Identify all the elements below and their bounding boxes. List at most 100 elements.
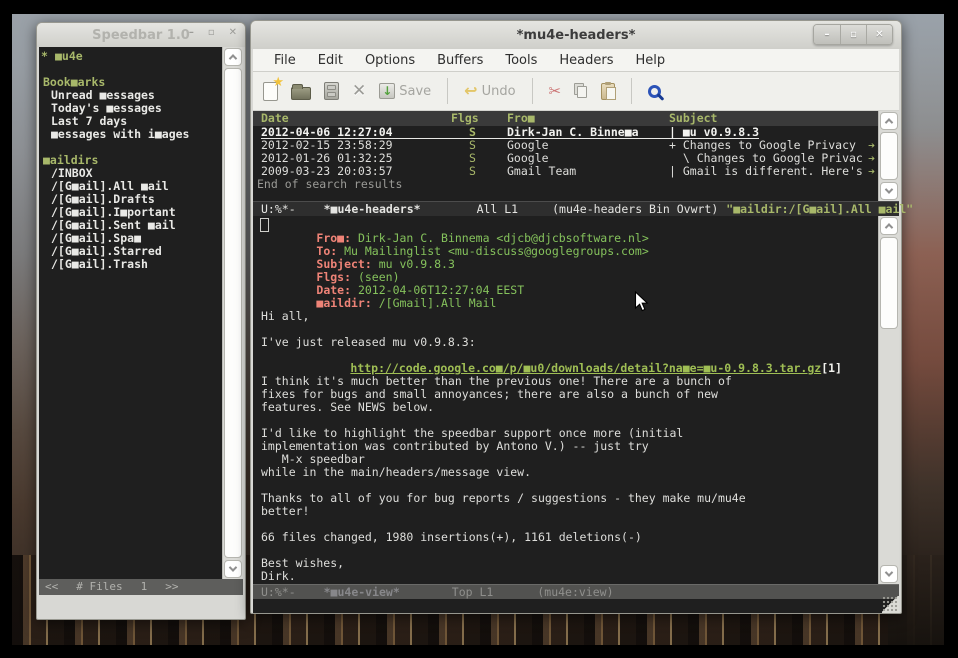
- modeline-buffer-name: *■u4e-headers*: [324, 202, 421, 216]
- body-line: features. See NEWS below.: [253, 401, 878, 414]
- mu4e-window: *mu4e-headers* – ▫ ✕ File Edit Options B…: [250, 20, 902, 614]
- speedbar-files-count: 1: [141, 579, 148, 595]
- row-date: 2012-04-06 12:27:04: [261, 126, 451, 138]
- scroll-thumb[interactable]: [224, 68, 242, 558]
- copy-icon: [574, 83, 588, 99]
- close-icon[interactable]: ✕: [229, 27, 237, 38]
- body-line: Best wishes,: [253, 557, 878, 570]
- modeline-flags: U:%*-: [261, 202, 296, 216]
- body-line: better!: [253, 505, 878, 518]
- maximize-icon[interactable]: ▫: [840, 25, 866, 44]
- speedbar-root-mu4e[interactable]: ■u4e: [55, 50, 83, 63]
- mouse-cursor: [634, 291, 649, 313]
- header-row[interactable]: 2009-03-23 20:03:57 S Gmail Team | Gmail…: [253, 165, 878, 178]
- modeline-headers: U:%*- *■u4e-headers* All L1 (mu4e-header…: [253, 201, 899, 216]
- field-row: To: Mu Mailinglist <mu-discuss@googlegro…: [253, 232, 878, 245]
- new-file-button[interactable]: ★: [263, 82, 278, 101]
- scroll-down-button[interactable]: [880, 182, 898, 200]
- view-scrollbar[interactable]: [878, 216, 899, 584]
- scroll-track[interactable]: [879, 330, 899, 564]
- modeline-view: U:%*- *■u4e-view* Top L1 (mu4e:view): [253, 584, 899, 599]
- menu-item-tools[interactable]: Tools: [494, 53, 548, 68]
- speedbar-next-button[interactable]: >>: [165, 579, 178, 595]
- new-file-icon: ★: [263, 82, 278, 101]
- scroll-down-button[interactable]: [880, 565, 898, 583]
- dired-button[interactable]: [324, 82, 339, 100]
- headers-scrollbar[interactable]: [878, 111, 899, 201]
- open-file-button[interactable]: [291, 82, 311, 100]
- close-icon[interactable]: ✕: [866, 25, 892, 44]
- body-line: I've just released mu v0.9.8.3:: [253, 336, 878, 349]
- chevron-up-icon: [229, 54, 237, 62]
- chevron-down-icon: [885, 185, 893, 193]
- maximize-icon[interactable]: ▫: [208, 27, 215, 38]
- scroll-thumb[interactable]: [880, 237, 898, 329]
- menu-item-options[interactable]: Options: [354, 53, 426, 68]
- body-line: while in the main/headers/message view.: [253, 466, 878, 479]
- search-button[interactable]: [648, 85, 665, 98]
- chevron-down-icon: [885, 568, 893, 576]
- row-subject: | ■u v0.9.8.3: [669, 126, 759, 138]
- speedbar-title: Speedbar 1.0: [92, 28, 190, 43]
- truncation-arrow-icon: ➔: [868, 165, 875, 178]
- close-buffer-icon: ✕: [352, 83, 366, 100]
- toolbar-separator: [532, 78, 533, 104]
- column-header-from[interactable]: Fro■: [507, 112, 669, 125]
- kill-buffer-button[interactable]: ✕: [352, 83, 366, 100]
- file-cabinet-icon: [324, 82, 339, 100]
- undo-button[interactable]: ↩ Undo: [464, 83, 515, 99]
- modeline-position: Top L1: [452, 585, 494, 599]
- undo-label: Undo: [482, 84, 516, 99]
- speedbar-item-messages-with-images[interactable]: ■essages with i■ages: [39, 128, 222, 141]
- speedbar-prev-button[interactable]: <<: [45, 579, 58, 595]
- column-header-flags[interactable]: Flgs: [451, 112, 507, 125]
- field-row: ■aildir: /[Gmail].All Mail: [253, 284, 878, 297]
- emacs-titlebar[interactable]: *mu4e-headers* – ▫ ✕: [251, 21, 901, 49]
- field-row: Subject: mu v0.9.8.3: [253, 245, 878, 258]
- save-button[interactable]: ↓ Save: [379, 83, 431, 99]
- scroll-up-button[interactable]: [880, 217, 898, 235]
- resize-grip[interactable]: [882, 596, 899, 613]
- menu-item-buffers[interactable]: Buffers: [426, 53, 494, 68]
- cut-button[interactable]: ✂: [549, 84, 562, 99]
- speedbar-scrollbar[interactable]: [222, 47, 243, 579]
- scroll-up-button[interactable]: [880, 112, 898, 130]
- row-from: Dirk-Jan C. Binne■a: [507, 126, 669, 138]
- menu-item-edit[interactable]: Edit: [307, 53, 354, 68]
- field-row: Flgs: (seen): [253, 258, 878, 271]
- toolbar-separator: [631, 78, 632, 104]
- end-of-results-text: End of search results: [253, 178, 878, 191]
- chevron-down-icon: [229, 563, 237, 571]
- open-folder-icon: [291, 87, 311, 100]
- scroll-down-button[interactable]: [224, 560, 242, 578]
- text-cursor: [261, 219, 268, 231]
- modeline-query: "■aildir:/[G■ail].All ■ail": [726, 202, 913, 216]
- minimize-icon[interactable]: –: [814, 25, 840, 44]
- scroll-up-button[interactable]: [224, 48, 242, 66]
- minimize-icon[interactable]: –: [189, 27, 194, 38]
- speedbar-item-trash[interactable]: /[G■ail].Trash: [39, 258, 222, 271]
- body-line: http://code.google.co■/p/■u0/downloads/d…: [253, 349, 878, 362]
- echo-area: [253, 599, 899, 613]
- scroll-thumb[interactable]: [880, 132, 898, 180]
- save-label: Save: [399, 84, 431, 99]
- cut-icon: ✂: [549, 84, 562, 99]
- speedbar-titlebar[interactable]: Speedbar 1.0 – ▫ ✕: [37, 23, 245, 47]
- speedbar-window: Speedbar 1.0 – ▫ ✕ * ■u4e Book■arks Unre…: [36, 22, 246, 620]
- window-title: *mu4e-headers*: [517, 28, 636, 43]
- message-view-pane: Fro■: Dirk-Jan C. Binnema <djcb@djcbsoft…: [253, 216, 878, 584]
- paste-button[interactable]: [601, 83, 615, 100]
- save-icon: ↓: [379, 83, 395, 99]
- menu-bar: File Edit Options Buffers Tools Headers …: [253, 49, 899, 72]
- menu-item-headers[interactable]: Headers: [548, 53, 624, 68]
- modeline-position: All L1: [477, 202, 519, 216]
- row-date: 2009-03-23 20:03:57: [261, 165, 451, 178]
- speedbar-status-bar: << # Files 1 >>: [39, 579, 243, 595]
- column-header-subject[interactable]: Subject: [669, 112, 717, 125]
- menu-item-file[interactable]: File: [263, 53, 307, 68]
- body-line: Thanks to all of you for bug reports / s…: [253, 492, 878, 505]
- fringe-star-icon: *: [39, 50, 55, 63]
- menu-item-help[interactable]: Help: [625, 53, 677, 68]
- copy-button[interactable]: [574, 83, 588, 99]
- column-header-date[interactable]: Date: [261, 112, 451, 125]
